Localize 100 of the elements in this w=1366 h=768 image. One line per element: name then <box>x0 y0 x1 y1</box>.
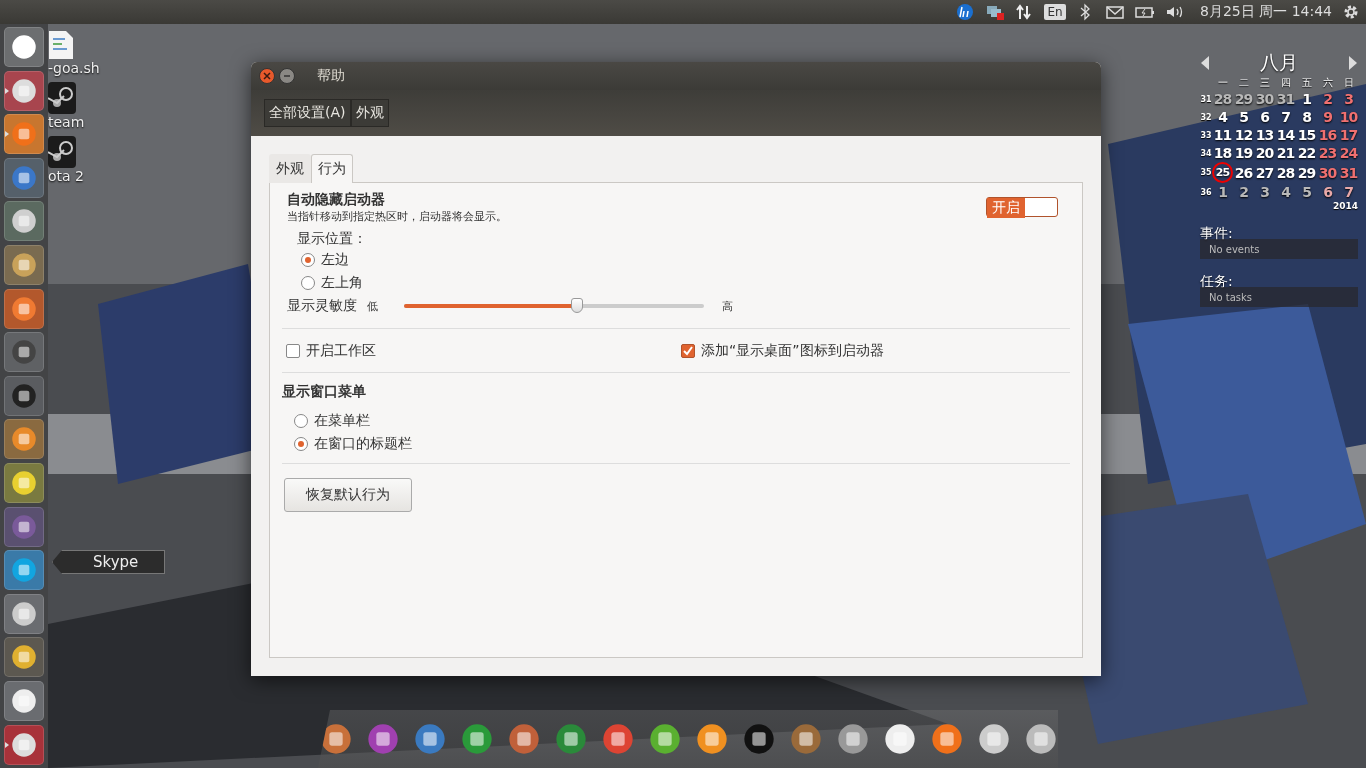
calendar-year: 2014 <box>1332 201 1358 211</box>
calendar-day[interactable]: 2 <box>1239 183 1248 201</box>
close-button[interactable] <box>259 68 275 84</box>
calendar-day[interactable]: 9 <box>1323 108 1332 126</box>
steam-logo-icon[interactable] <box>48 136 76 168</box>
calendar-day[interactable]: 16 <box>1318 126 1337 144</box>
radio-label[interactable]: 左上角 <box>321 273 363 292</box>
weekday-label: 日 <box>1343 76 1354 90</box>
calendar-day[interactable]: 18 <box>1213 144 1232 162</box>
launcher-button[interactable] <box>4 157 44 198</box>
checkbox-label[interactable]: 添加“显示桌面”图标到启动器 <box>701 341 884 360</box>
calendar-day[interactable]: 28 <box>1276 163 1295 182</box>
weekday-label: 一 <box>1217 76 1228 90</box>
radio-label[interactable]: 左边 <box>321 250 349 269</box>
week-number: 33 <box>1200 130 1212 140</box>
launcher-button[interactable] <box>4 593 44 634</box>
calendar-day[interactable]: 17 <box>1339 126 1358 144</box>
launcher-button[interactable] <box>4 506 44 547</box>
calendar-day[interactable]: 23 <box>1318 144 1337 162</box>
radio-label[interactable]: 在菜单栏 <box>314 411 370 430</box>
week-number: 36 <box>1200 187 1212 197</box>
window-title: 帮助 <box>317 67 345 85</box>
week-number: 32 <box>1200 112 1212 122</box>
calendar-day[interactable]: 22 <box>1297 144 1316 162</box>
previous-month-icon[interactable] <box>1200 56 1210 70</box>
radio-button[interactable] <box>301 252 315 267</box>
desktop-icon-label[interactable]: ota 2 <box>48 168 84 184</box>
calendar-day[interactable]: 21 <box>1276 144 1295 162</box>
week-number: 34 <box>1200 148 1212 158</box>
calendar-day[interactable]: 6 <box>1260 108 1269 126</box>
launcher-button[interactable] <box>4 419 44 460</box>
launcher-button[interactable] <box>4 462 44 503</box>
calendar-day[interactable]: 26 <box>1234 163 1253 182</box>
calendar-day[interactable]: 7 <box>1344 183 1353 201</box>
next-month-icon[interactable] <box>1348 56 1358 70</box>
calendar-day[interactable]: 7 <box>1281 108 1290 126</box>
radio-label[interactable]: 在窗口的标题栏 <box>314 434 412 453</box>
slider-thumb[interactable] <box>571 297 583 313</box>
calendar-day[interactable]: 25 <box>1212 162 1233 183</box>
checkbox-label[interactable]: 开启工作区 <box>306 341 376 360</box>
calendar-day[interactable]: 2 <box>1323 90 1332 108</box>
toggle-switch[interactable]: 开启 <box>986 197 1058 217</box>
checkbox[interactable] <box>286 343 300 358</box>
clock[interactable]: 8月25日 周一 14:44 <box>1190 3 1342 21</box>
launcher-button[interactable] <box>4 201 44 242</box>
calendar-day[interactable]: 1 <box>1218 183 1227 201</box>
launcher-button[interactable] <box>4 637 44 678</box>
calendar-day[interactable]: 19 <box>1234 144 1253 162</box>
radio-button[interactable] <box>294 436 308 451</box>
launcher-button[interactable] <box>4 27 44 67</box>
tab[interactable]: 行为 <box>311 154 353 183</box>
calendar-day[interactable]: 20 <box>1255 144 1274 162</box>
weekday-label: 三 <box>1259 76 1270 90</box>
calendar-day[interactable]: 3 <box>1260 183 1269 201</box>
launcher-button[interactable] <box>4 375 44 416</box>
calendar-day[interactable]: 4 <box>1281 183 1290 201</box>
launcher-button[interactable] <box>4 114 44 155</box>
breadcrumb-button[interactable]: 全部设置(A) <box>264 99 351 127</box>
calendar-day[interactable]: 4 <box>1218 108 1227 126</box>
steam-logo-icon[interactable] <box>48 82 76 114</box>
calendar-day[interactable]: 11 <box>1213 126 1232 144</box>
calendar-day[interactable]: 10 <box>1339 108 1358 126</box>
launcher-button[interactable] <box>4 288 44 329</box>
script-file-icon[interactable] <box>48 30 74 60</box>
launcher-button[interactable] <box>4 332 44 373</box>
calendar-day[interactable]: 5 <box>1239 108 1248 126</box>
calendar-day[interactable]: 27 <box>1255 163 1274 182</box>
calendar-day[interactable]: 1 <box>1302 90 1311 108</box>
desktop-icon-label[interactable]: -goa.sh <box>48 60 100 76</box>
checkmark-icon <box>683 345 693 356</box>
calendar-day[interactable]: 8 <box>1302 108 1311 126</box>
reset-button[interactable]: 恢复默认行为 <box>284 478 412 512</box>
slider-min-label: 低 <box>367 298 378 314</box>
mail-icon <box>1105 3 1126 21</box>
calendar-day[interactable]: 24 <box>1339 144 1358 162</box>
calendar-day[interactable]: 6 <box>1323 183 1332 201</box>
calendar-day[interactable]: 14 <box>1276 126 1295 144</box>
radio-button[interactable] <box>294 413 308 428</box>
radio-button[interactable] <box>301 275 315 290</box>
calendar-day[interactable]: 31 <box>1339 163 1358 182</box>
calendar-day[interactable]: 5 <box>1302 183 1311 201</box>
launcher-button[interactable] <box>4 550 44 591</box>
launcher-button[interactable] <box>4 70 44 111</box>
calendar-day[interactable]: 29 <box>1297 163 1316 182</box>
launcher-button[interactable] <box>4 680 44 721</box>
desktop-icon-label[interactable]: team <box>48 114 85 130</box>
breadcrumb-button[interactable]: 外观 <box>350 99 389 127</box>
settings-icon[interactable] <box>1342 3 1360 21</box>
keyboard-layout-indicator[interactable]: En <box>1044 4 1066 20</box>
minimize-button[interactable] <box>279 68 295 84</box>
calendar-day[interactable]: 13 <box>1255 126 1274 144</box>
calendar-day[interactable]: 3 <box>1344 90 1353 108</box>
calendar-day[interactable]: 15 <box>1297 126 1316 144</box>
tab[interactable]: 外观 <box>269 154 311 183</box>
launcher-button[interactable] <box>4 724 44 765</box>
checkbox[interactable] <box>681 343 695 358</box>
calendar-day[interactable]: 30 <box>1318 163 1337 182</box>
calendar-day[interactable]: 12 <box>1234 126 1253 144</box>
sensitivity-slider[interactable] <box>404 297 704 315</box>
launcher-button[interactable] <box>4 244 44 285</box>
